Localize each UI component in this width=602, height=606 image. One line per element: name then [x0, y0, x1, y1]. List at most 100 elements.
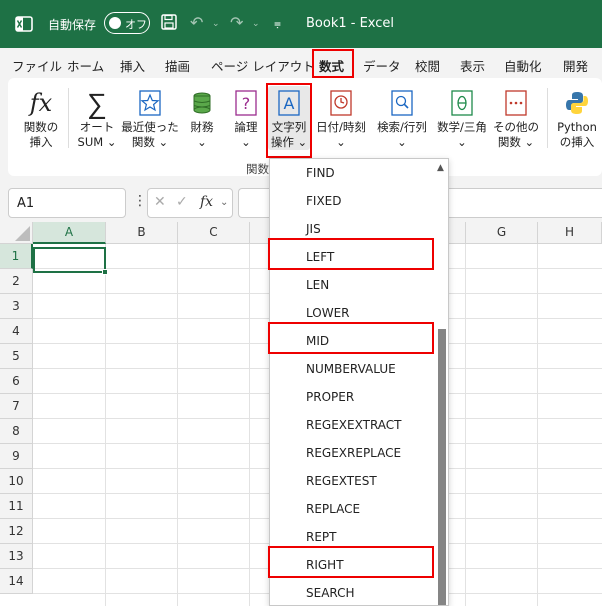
button-label-line2: ⌄: [457, 135, 467, 149]
more-functions-icon: [493, 86, 539, 120]
autosave-toggle[interactable]: オフ: [104, 12, 150, 34]
column-header[interactable]: C: [178, 222, 250, 244]
text-functions-menu: FIND FIXED JIS LEFT LEN LOWER MID NUMBER…: [269, 158, 449, 606]
menu-item-jis[interactable]: JIS: [270, 215, 436, 243]
column-header[interactable]: G: [466, 222, 538, 244]
active-cell[interactable]: [33, 247, 108, 275]
menu-item-mid[interactable]: MID: [270, 327, 436, 355]
undo-icon[interactable]: ↶: [190, 13, 203, 32]
more-functions-button[interactable]: その他の 関数 ⌄: [493, 86, 539, 150]
menu-item-lower[interactable]: LOWER: [270, 299, 436, 327]
menu-item-left[interactable]: LEFT: [270, 243, 436, 271]
menu-item-rept[interactable]: REPT: [270, 523, 436, 551]
menu-item-search[interactable]: SEARCH: [270, 579, 436, 605]
cancel-icon[interactable]: ✕: [154, 194, 166, 210]
lookup-reference-button[interactable]: 検索/行列 ⌄: [372, 86, 432, 150]
recently-used-button[interactable]: 最近使った 関数 ⌄: [121, 86, 179, 150]
undo-dropdown-icon[interactable]: ⌄: [212, 19, 220, 29]
chevron-down-icon[interactable]: ⌄: [17, 197, 117, 208]
financial-button[interactable]: 財務 ⌄: [184, 86, 220, 150]
menu-item-replace[interactable]: REPLACE: [270, 495, 436, 523]
row-header[interactable]: 5: [0, 344, 33, 369]
tab-home[interactable]: ホーム: [67, 56, 104, 75]
menu-item-find[interactable]: FIND: [270, 159, 436, 187]
select-all-corner[interactable]: [0, 222, 33, 244]
column-header[interactable]: B: [106, 222, 178, 244]
save-icon[interactable]: [160, 13, 178, 35]
menu-item-len[interactable]: LEN: [270, 271, 436, 299]
math-trig-button[interactable]: 数学/三角 ⌄: [432, 86, 492, 150]
redo-dropdown-icon[interactable]: ⌄: [252, 19, 260, 29]
menu-scrollbar[interactable]: ▲: [435, 159, 448, 605]
menu-bar: ファイル ホーム 挿入 描画 ページ レイアウト 数式 データ 校閲 表示 自動…: [0, 48, 602, 78]
menu-item-regextest[interactable]: REGEXTEST: [270, 467, 436, 495]
row-header[interactable]: 11: [0, 494, 33, 519]
tab-view[interactable]: 表示: [460, 56, 485, 75]
fill-handle[interactable]: [102, 269, 108, 275]
button-label-line2: ⌄: [197, 135, 207, 149]
python-icon: [554, 86, 600, 120]
tab-automate[interactable]: 自動化: [504, 56, 542, 75]
logical-button[interactable]: ? 論理 ⌄: [228, 86, 264, 150]
tab-draw[interactable]: 描画: [165, 56, 190, 75]
toggle-knob: [109, 17, 121, 29]
row-header[interactable]: 10: [0, 469, 33, 494]
tab-insert[interactable]: 挿入: [120, 56, 145, 75]
button-label-line1: オート: [79, 120, 115, 134]
tab-data[interactable]: データ: [363, 56, 401, 75]
insert-python-button[interactable]: Python の挿入: [554, 86, 600, 150]
column-header[interactable]: H: [538, 222, 602, 244]
scrollbar-thumb[interactable]: [438, 329, 446, 605]
insert-function-button[interactable]: fx 関数の 挿入: [20, 86, 62, 150]
gridline: [177, 244, 178, 606]
row-header[interactable]: 14: [0, 569, 33, 594]
row-header[interactable]: 13: [0, 544, 33, 569]
svg-text:A: A: [284, 94, 295, 113]
menu-item-regexreplace[interactable]: REGEXREPLACE: [270, 439, 436, 467]
function-fx-icon: fx: [29, 88, 53, 117]
tab-developer[interactable]: 開発: [563, 56, 588, 75]
title-bar: 自動保存 オフ ↶ ⌄ ↷ ⌄ ⩦ Book1 - Excel: [0, 0, 602, 48]
row-header[interactable]: 6: [0, 369, 33, 394]
date-time-button[interactable]: 日付/時刻 ⌄: [312, 86, 370, 150]
text-functions-button[interactable]: A 文字列 操作 ⌄: [268, 86, 310, 150]
row-header[interactable]: 2: [0, 269, 33, 294]
insert-function-icon[interactable]: fx: [200, 194, 213, 210]
menu-item-regexextract[interactable]: REGEXEXTRACT: [270, 411, 436, 439]
row-header[interactable]: 8: [0, 419, 33, 444]
row-header[interactable]: 7: [0, 394, 33, 419]
button-label-line1: Python: [557, 120, 597, 134]
column-header[interactable]: A: [33, 222, 106, 244]
ribbon-separator: [547, 88, 548, 148]
row-header[interactable]: 9: [0, 444, 33, 469]
tab-review[interactable]: 校閲: [415, 56, 440, 75]
tab-formulas[interactable]: 数式: [319, 56, 344, 75]
menu-item-numbervalue[interactable]: NUMBERVALUE: [270, 355, 436, 383]
star-icon: [121, 86, 179, 120]
customize-toolbar-icon[interactable]: ⩦: [274, 16, 281, 31]
chevron-down-icon[interactable]: ⌄: [220, 197, 228, 208]
more-options-icon[interactable]: ⋮: [133, 193, 147, 209]
gridline: [249, 244, 250, 606]
menu-item-right[interactable]: RIGHT: [270, 551, 436, 579]
scroll-up-arrow-icon[interactable]: ▲: [437, 163, 444, 173]
button-label-line2: ⌄: [397, 135, 407, 149]
ribbon-separator: [68, 88, 69, 148]
autosum-button[interactable]: ∑ オート SUM ⌄: [74, 86, 120, 150]
menu-item-proper[interactable]: PROPER: [270, 383, 436, 411]
button-label-line2: SUM ⌄: [77, 135, 117, 149]
name-box[interactable]: A1 ⌄: [8, 188, 126, 218]
row-header[interactable]: 4: [0, 319, 33, 344]
button-label-line2: 関数 ⌄: [497, 135, 535, 149]
row-header[interactable]: 12: [0, 519, 33, 544]
enter-icon[interactable]: ✓: [176, 194, 188, 210]
menu-item-fixed[interactable]: FIXED: [270, 187, 436, 215]
tab-page-layout[interactable]: ページ レイアウト: [211, 56, 315, 75]
tab-file[interactable]: ファイル: [12, 56, 62, 75]
row-header[interactable]: 1: [0, 244, 33, 269]
row-header[interactable]: 3: [0, 294, 33, 319]
gridline: [105, 244, 106, 606]
autosave-label: 自動保存: [48, 18, 97, 32]
redo-icon[interactable]: ↷: [230, 13, 243, 32]
toggle-state-label: オフ: [125, 18, 147, 31]
